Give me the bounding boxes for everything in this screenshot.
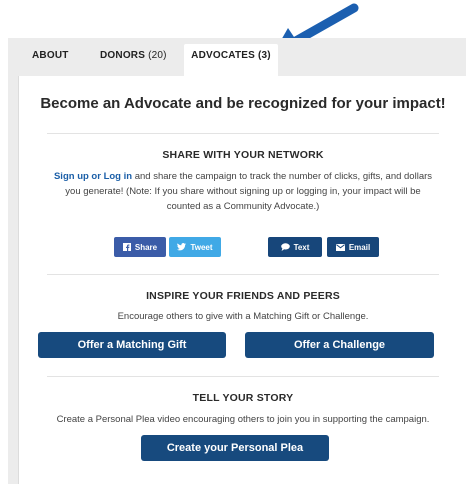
share-text-line3: counted as a Community Advocate.) (166, 201, 320, 212)
story-description: Create a Personal Plea video encouraging… (56, 414, 430, 425)
tweet-button-label: Tweet (190, 242, 213, 252)
email-share-button[interactable]: Email (327, 237, 379, 257)
tab-about-label: ABOUT (32, 50, 69, 61)
story-section-title: TELL YOUR STORY (192, 392, 294, 404)
envelope-icon (335, 243, 345, 251)
tab-about[interactable]: ABOUT (32, 50, 69, 61)
tab-donors[interactable]: DONORS (20) (100, 50, 167, 61)
tab-advocates[interactable]: ADVOCATES (3) (184, 44, 278, 78)
twitter-icon (177, 243, 187, 251)
campaign-panel: ABOUT DONORS (20) ADVOCATES (3) Become a… (8, 38, 466, 484)
facebook-icon (122, 243, 131, 251)
advocates-content: Become an Advocate and be recognized for… (18, 76, 466, 484)
tab-advocates-label: ADVOCATES (191, 50, 256, 61)
facebook-share-button[interactable]: Share (114, 237, 166, 257)
share-section-title: SHARE WITH YOUR NETWORK (162, 149, 324, 161)
offer-matching-gift-button[interactable]: Offer a Matching Gift (38, 332, 226, 358)
divider (47, 133, 439, 134)
share-description: Sign up or Log in and share the campaign… (33, 169, 453, 214)
twitter-tweet-button[interactable]: Tweet (169, 237, 221, 257)
offer-challenge-button[interactable]: Offer a Challenge (245, 332, 434, 358)
share-text-line2: you generate! (Note: If you share withou… (65, 186, 421, 197)
chat-bubble-icon (280, 243, 290, 251)
tab-donors-label: DONORS (100, 50, 146, 61)
page-headline: Become an Advocate and be recognized for… (40, 95, 446, 112)
email-button-label: Email (348, 242, 371, 252)
tab-donors-count: (20) (148, 50, 167, 61)
tab-advocates-count: (3) (258, 50, 271, 61)
signup-login-link[interactable]: Sign up or Log in (54, 171, 132, 182)
divider (47, 376, 439, 377)
create-personal-plea-button[interactable]: Create your Personal Plea (141, 435, 329, 461)
text-button-label: Text (293, 242, 310, 252)
inspire-section-title: INSPIRE YOUR FRIENDS AND PEERS (146, 290, 340, 302)
share-button-label: Share (134, 242, 158, 252)
tab-bar: ABOUT DONORS (20) ADVOCATES (3) (8, 38, 466, 78)
inspire-description: Encourage others to give with a Matching… (117, 311, 369, 322)
divider (47, 274, 439, 275)
text-share-button[interactable]: Text (268, 237, 322, 257)
share-text-line1: and share the campaign to track the numb… (132, 171, 433, 182)
